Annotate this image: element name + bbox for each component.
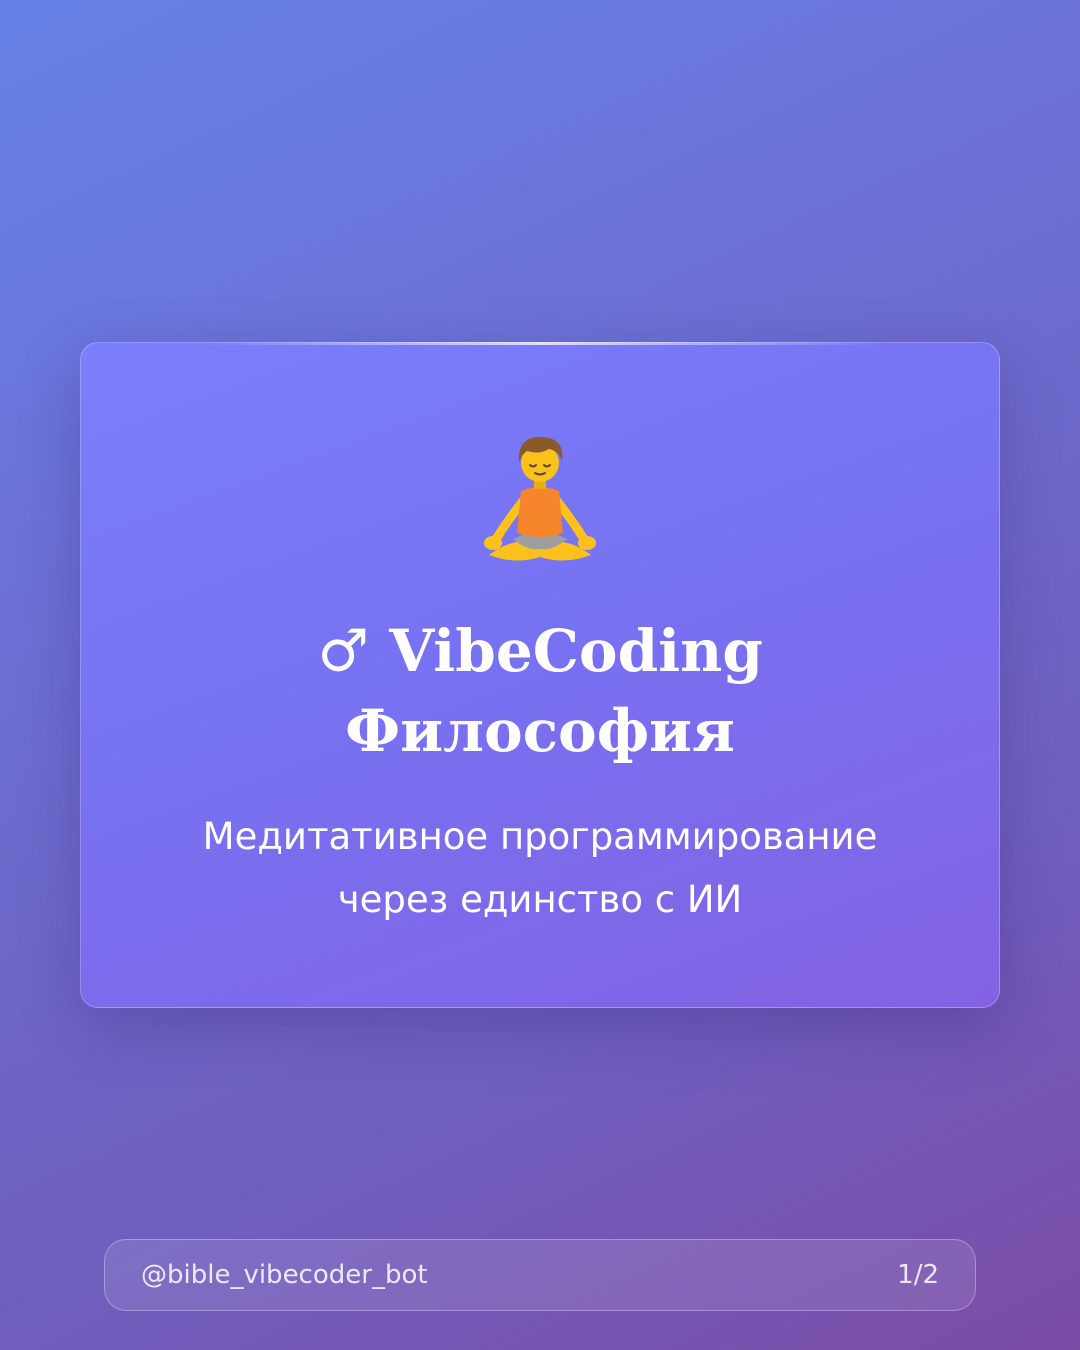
subtitle-line-2: через единство с ИИ (337, 878, 743, 921)
card-title: ♂ VibeCoding Философия (81, 611, 999, 771)
subtitle-line-1: Медитативное программирование (202, 815, 878, 858)
card-subtitle: Медитативное программирование через един… (81, 805, 999, 931)
title-line-1: ♂ VibeCoding (317, 617, 763, 685)
page-indicator: 1/2 (897, 1260, 939, 1290)
card-top-highlight (201, 342, 881, 345)
person-in-lotus-position-icon (81, 429, 999, 569)
title-line-2: Философия (345, 697, 735, 765)
footer-bar: @bible_vibecoder_bot 1/2 (104, 1239, 976, 1311)
title-card: ♂ VibeCoding Философия Медитативное прог… (80, 342, 1000, 1008)
bot-handle-link[interactable]: @bible_vibecoder_bot (141, 1260, 428, 1290)
